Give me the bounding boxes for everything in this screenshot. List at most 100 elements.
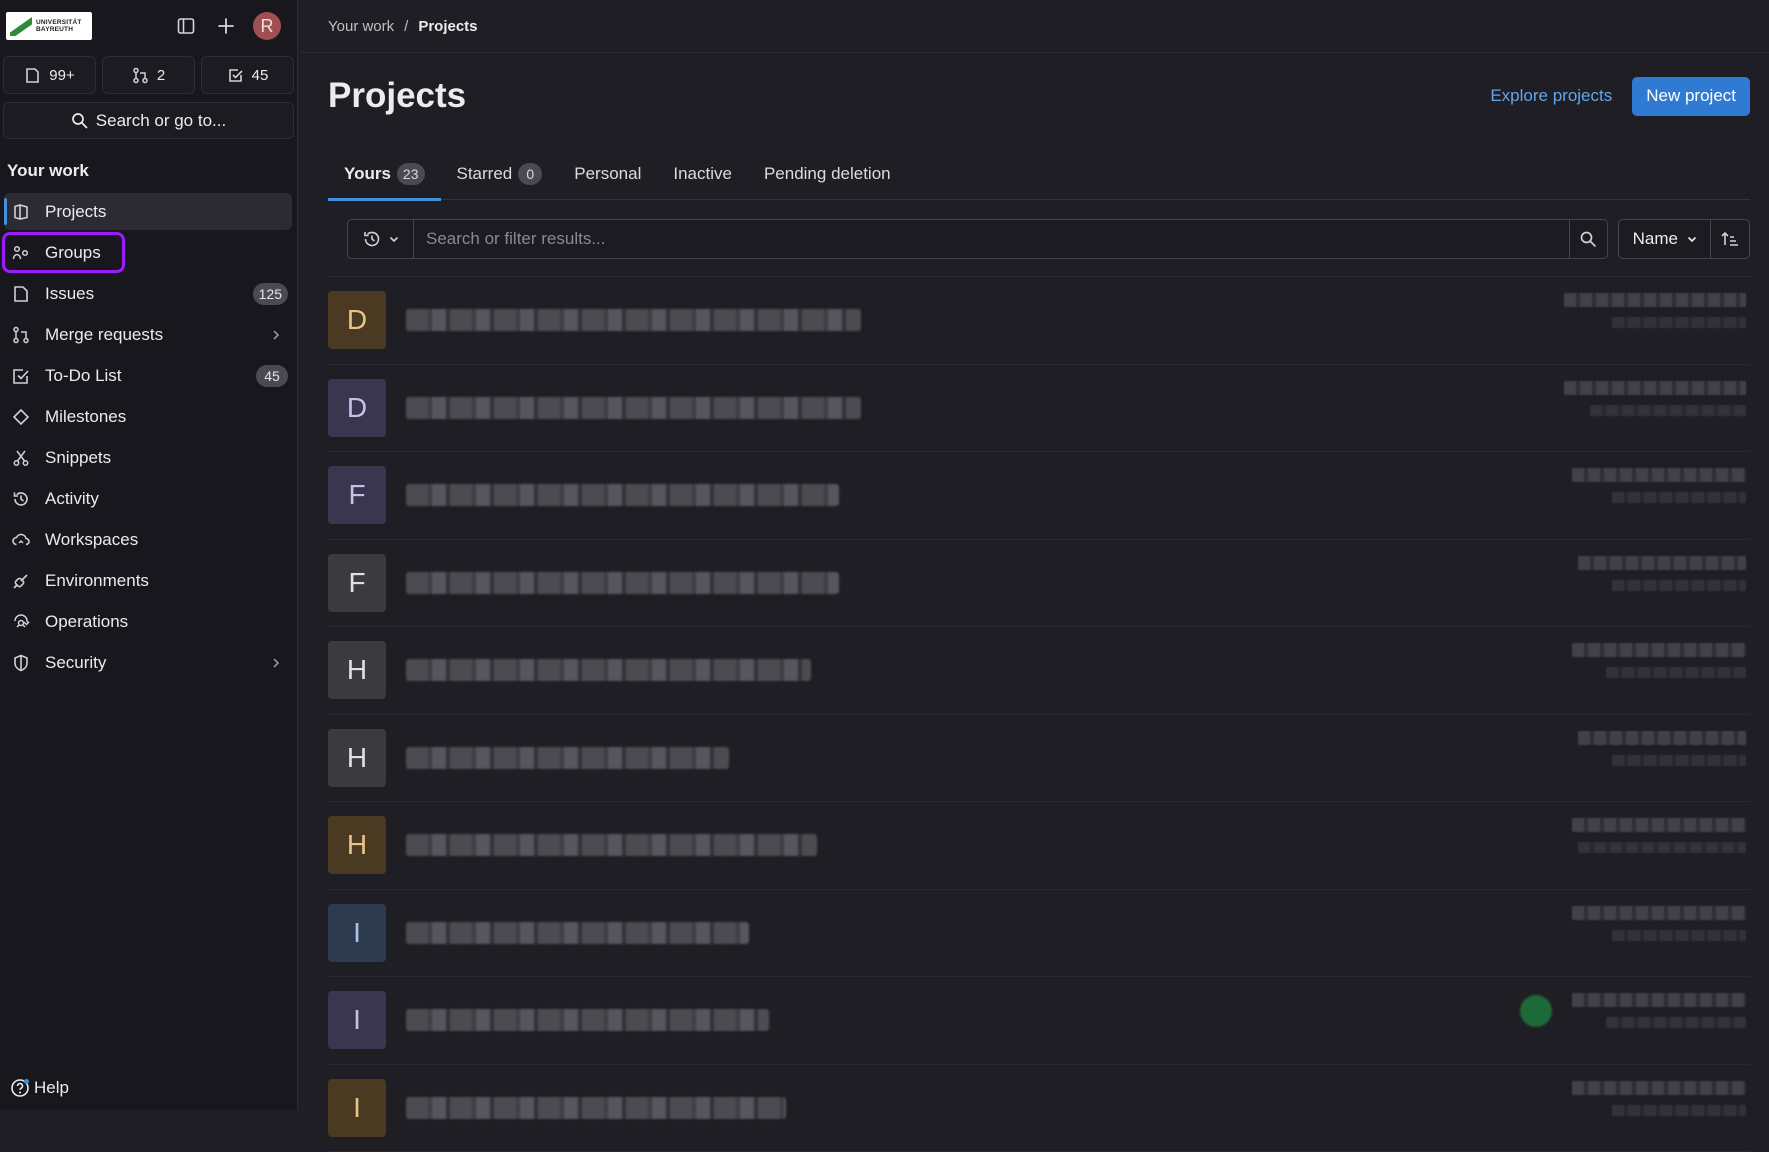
project-name-redacted[interactable] (406, 309, 861, 331)
project-meta-line (1606, 1017, 1746, 1028)
project-meta-redacted (1572, 993, 1746, 1028)
sidebar-item-operations[interactable]: Operations (4, 603, 292, 640)
project-avatar[interactable]: D (328, 379, 386, 437)
project-name-redacted[interactable] (406, 1097, 786, 1119)
history-icon (362, 229, 382, 249)
sidebar-item-label: Milestones (45, 407, 126, 427)
project-row[interactable]: H (328, 802, 1750, 890)
sidebar-item-label: Groups (45, 243, 101, 263)
collapse-sidebar-icon[interactable] (173, 13, 199, 39)
sidebar-item-milestones[interactable]: Milestones (4, 398, 292, 435)
project-name-redacted[interactable] (406, 922, 749, 944)
sidebar-item-snippets[interactable]: Snippets (4, 439, 292, 476)
search-button[interactable]: Search or go to... (3, 102, 294, 139)
project-name-redacted[interactable] (406, 484, 839, 506)
merge-requests-count: 2 (157, 67, 165, 84)
tab-starred[interactable]: Starred 0 (441, 148, 559, 200)
project-row[interactable]: I (328, 1065, 1750, 1152)
project-row[interactable]: I (328, 890, 1750, 978)
search-icon (71, 112, 88, 129)
project-list: DDFFHHHIII (328, 276, 1750, 1152)
project-name-redacted[interactable] (406, 834, 817, 856)
breadcrumb-separator: / (404, 18, 408, 35)
history-icon (11, 489, 31, 509)
help-button[interactable]: Help (10, 1078, 69, 1098)
project-row[interactable]: F (328, 540, 1750, 628)
issues-icon (24, 67, 41, 84)
project-meta-line (1572, 643, 1746, 657)
project-name-redacted[interactable] (406, 572, 839, 594)
project-row[interactable]: H (328, 715, 1750, 803)
recent-searches-button[interactable] (348, 220, 414, 258)
sidebar-item-label: Workspaces (45, 530, 138, 550)
project-name-redacted[interactable] (406, 397, 861, 419)
sidebar-header-actions: R (173, 12, 291, 40)
create-new-icon[interactable] (213, 13, 239, 39)
sidebar-item-label: Security (45, 653, 106, 673)
tab-yours[interactable]: Yours 23 (328, 148, 441, 200)
filter-search-input[interactable] (414, 220, 1569, 258)
breadcrumb-your-work[interactable]: Your work (328, 18, 394, 35)
sidebar-item-workspaces[interactable]: Workspaces (4, 521, 292, 558)
tab-pending-deletion[interactable]: Pending deletion (748, 148, 907, 200)
project-meta-redacted (1564, 381, 1746, 416)
project-avatar[interactable]: H (328, 641, 386, 699)
logo-text: UNIVERSITÄT BAYREUTH (36, 19, 82, 33)
university-logo[interactable]: UNIVERSITÄT BAYREUTH (6, 12, 92, 40)
sort-direction-button[interactable] (1711, 220, 1749, 258)
milestone-icon (11, 407, 31, 427)
search-label: Search or go to... (96, 111, 226, 131)
tab-label: Starred (457, 164, 513, 184)
filter-search-button[interactable] (1569, 220, 1607, 258)
sidebar-item-merge-requests[interactable]: Merge requests (4, 316, 292, 353)
sidebar-item-issues[interactable]: Issues 125 (4, 275, 292, 312)
project-avatar[interactable]: H (328, 816, 386, 874)
project-row[interactable]: I (328, 977, 1750, 1065)
issues-count: 99+ (49, 67, 74, 84)
merge-requests-counter[interactable]: 2 (102, 56, 195, 94)
project-name-redacted[interactable] (406, 659, 811, 681)
breadcrumb-current[interactable]: Projects (418, 18, 477, 35)
issues-counter[interactable]: 99+ (3, 56, 96, 94)
sidebar-item-environments[interactable]: Environments (4, 562, 292, 599)
project-avatar[interactable]: H (328, 729, 386, 787)
project-row[interactable]: D (328, 365, 1750, 453)
sidebar-item-label: Issues (45, 284, 94, 304)
tab-inactive[interactable]: Inactive (657, 148, 748, 200)
sidebar-item-security[interactable]: Security (4, 644, 292, 681)
project-avatar[interactable]: D (328, 291, 386, 349)
sort-ascending-icon (1720, 229, 1740, 249)
project-row[interactable]: F (328, 452, 1750, 540)
chevron-down-icon (388, 233, 400, 245)
project-row[interactable]: D (328, 277, 1750, 365)
page-header: Projects Explore projects New project (328, 76, 1750, 116)
project-meta-redacted (1572, 468, 1746, 503)
pipeline-status-icon[interactable] (1520, 995, 1552, 1027)
explore-projects-button[interactable]: Explore projects (1480, 78, 1622, 114)
sidebar: UNIVERSITÄT BAYREUTH R 99+ 2 45 (0, 0, 298, 1110)
todo-count: 45 (252, 67, 269, 84)
project-avatar[interactable]: I (328, 904, 386, 962)
sidebar-item-projects[interactable]: Projects (4, 193, 292, 230)
tab-personal[interactable]: Personal (558, 148, 657, 200)
project-meta-line (1612, 317, 1746, 328)
project-avatar[interactable]: F (328, 466, 386, 524)
sidebar-item-activity[interactable]: Activity (4, 480, 292, 517)
page-actions: Explore projects New project (1480, 77, 1750, 116)
sort-field-dropdown[interactable]: Name (1619, 220, 1711, 258)
project-meta-line (1578, 731, 1746, 745)
project-row[interactable]: H (328, 627, 1750, 715)
new-project-button[interactable]: New project (1632, 77, 1750, 116)
project-avatar[interactable]: I (328, 1079, 386, 1137)
project-meta-line (1572, 906, 1746, 920)
user-avatar[interactable]: R (253, 12, 281, 40)
logo-mark (10, 16, 32, 36)
project-name-redacted[interactable] (406, 747, 729, 769)
tab-label: Personal (574, 164, 641, 184)
sidebar-item-groups[interactable]: Groups (4, 234, 123, 271)
project-avatar[interactable]: F (328, 554, 386, 612)
sidebar-item-todo-list[interactable]: To-Do List 45 (4, 357, 292, 394)
todo-counter[interactable]: 45 (201, 56, 294, 94)
project-avatar[interactable]: I (328, 991, 386, 1049)
project-name-redacted[interactable] (406, 1009, 769, 1031)
